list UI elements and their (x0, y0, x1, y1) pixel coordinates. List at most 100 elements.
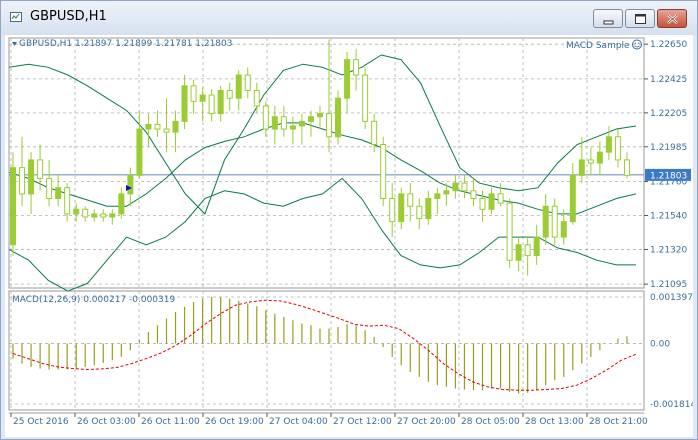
bollinger-middle-line (8, 122, 637, 215)
candle (344, 51, 351, 114)
candle (560, 209, 567, 245)
candle (488, 187, 495, 214)
candle (623, 152, 630, 179)
candle (244, 67, 251, 99)
minimize-button[interactable] (593, 9, 623, 28)
candle (470, 178, 477, 207)
candle (100, 209, 107, 222)
time-label: 25 Oct 2016 (13, 417, 69, 427)
maximize-icon (635, 14, 646, 24)
time-label: 27 Oct 04:00 (269, 417, 328, 427)
candle (569, 163, 576, 225)
time-label: 27 Oct 20:00 (397, 417, 456, 427)
time-label: 27 Oct 12:00 (333, 417, 392, 427)
expert-label: MACD Sample (566, 41, 630, 51)
candle (280, 105, 287, 137)
candle (28, 152, 35, 214)
candle (434, 187, 441, 214)
candle (614, 129, 621, 168)
macd-scale-label: -0.001814 (650, 400, 693, 410)
indicator-pane-frame (8, 290, 645, 411)
price-label: 1.21095 (650, 280, 687, 290)
price-label: 1.22425 (650, 75, 687, 85)
close-button[interactable] (657, 9, 687, 28)
macd-signal-line (12, 299, 637, 391)
chart-window-icon (10, 12, 22, 22)
candle (154, 110, 161, 137)
candle (253, 82, 260, 114)
candle (271, 105, 278, 145)
candle (37, 144, 44, 191)
candle (452, 175, 459, 199)
macd-scale-label: 0.001397 (650, 293, 693, 303)
candle (497, 183, 504, 207)
candle (118, 187, 125, 219)
candle (109, 209, 116, 225)
candle (515, 237, 522, 272)
macd-indicator (12, 296, 637, 394)
time-label: 28 Oct 05:00 (461, 417, 520, 427)
candle (226, 82, 233, 111)
close-icon (667, 14, 678, 24)
window-title: GBPUSD,H1 (30, 9, 107, 24)
candle (533, 224, 540, 265)
candle (217, 85, 224, 122)
time-label: 28 Oct 21:00 (589, 417, 648, 427)
candle (163, 98, 170, 153)
candle (55, 175, 62, 207)
chart-window: GBPUSD,H1 1.22650 1.22425 1.22205 1.21985 1.… (0, 0, 698, 440)
candle (235, 70, 242, 111)
candle (199, 87, 206, 122)
bollinger-bands (8, 54, 644, 292)
candle (353, 48, 360, 91)
current-price-label: 1.21803 (650, 171, 687, 181)
candle (10, 152, 16, 256)
candle (398, 187, 405, 230)
candle (461, 175, 468, 199)
candle (136, 110, 143, 179)
chart-area[interactable]: 1.22650 1.22425 1.22205 1.21985 1.21760 1.215… (5, 35, 693, 437)
candle (425, 190, 432, 225)
candle (82, 206, 89, 222)
price-label: 1.22205 (650, 109, 687, 119)
bollinger-lower-line (8, 177, 636, 292)
candle (172, 110, 179, 153)
candle (262, 101, 269, 137)
time-label: 26 Oct 03:00 (77, 417, 136, 427)
time-label: 26 Oct 19:00 (205, 417, 264, 427)
price-label: 1.21540 (650, 211, 687, 221)
candle (181, 75, 188, 130)
candle (380, 136, 387, 207)
time-label: 26 Oct 11:00 (141, 417, 200, 427)
candle (208, 88, 215, 122)
candle (506, 198, 513, 268)
price-label: 1.22650 (650, 40, 687, 50)
candle (307, 110, 314, 137)
title-bar[interactable]: GBPUSD,H1 (1, 1, 697, 35)
candle (524, 237, 531, 276)
candle (389, 183, 396, 238)
candle (298, 113, 305, 145)
candle (362, 67, 369, 130)
macd-scale-label: 0.00 (650, 340, 670, 350)
chart-grid (8, 37, 645, 414)
chart-axes: 1.226501.224251.222051.219851.217601.215… (10, 40, 693, 427)
candle (289, 116, 296, 145)
price-label: 1.21320 (650, 245, 687, 255)
maximize-button[interactable] (625, 9, 655, 28)
candlestick-series (10, 39, 630, 276)
candle (587, 147, 594, 176)
candle (335, 90, 342, 145)
candle (46, 159, 53, 207)
price-chart[interactable]: 1.226501.224251.222051.219851.217601.215… (5, 35, 693, 437)
price-label: 1.21985 (650, 143, 687, 153)
candle (190, 79, 197, 114)
candle (316, 105, 323, 130)
candle (73, 203, 80, 222)
candle (145, 113, 152, 148)
candle (542, 193, 549, 245)
minimize-icon (603, 20, 614, 25)
candle (91, 209, 98, 222)
macd-info-label: MACD(12,26,9) 0.000217 -0.000319 (12, 295, 175, 305)
candle (416, 198, 423, 230)
